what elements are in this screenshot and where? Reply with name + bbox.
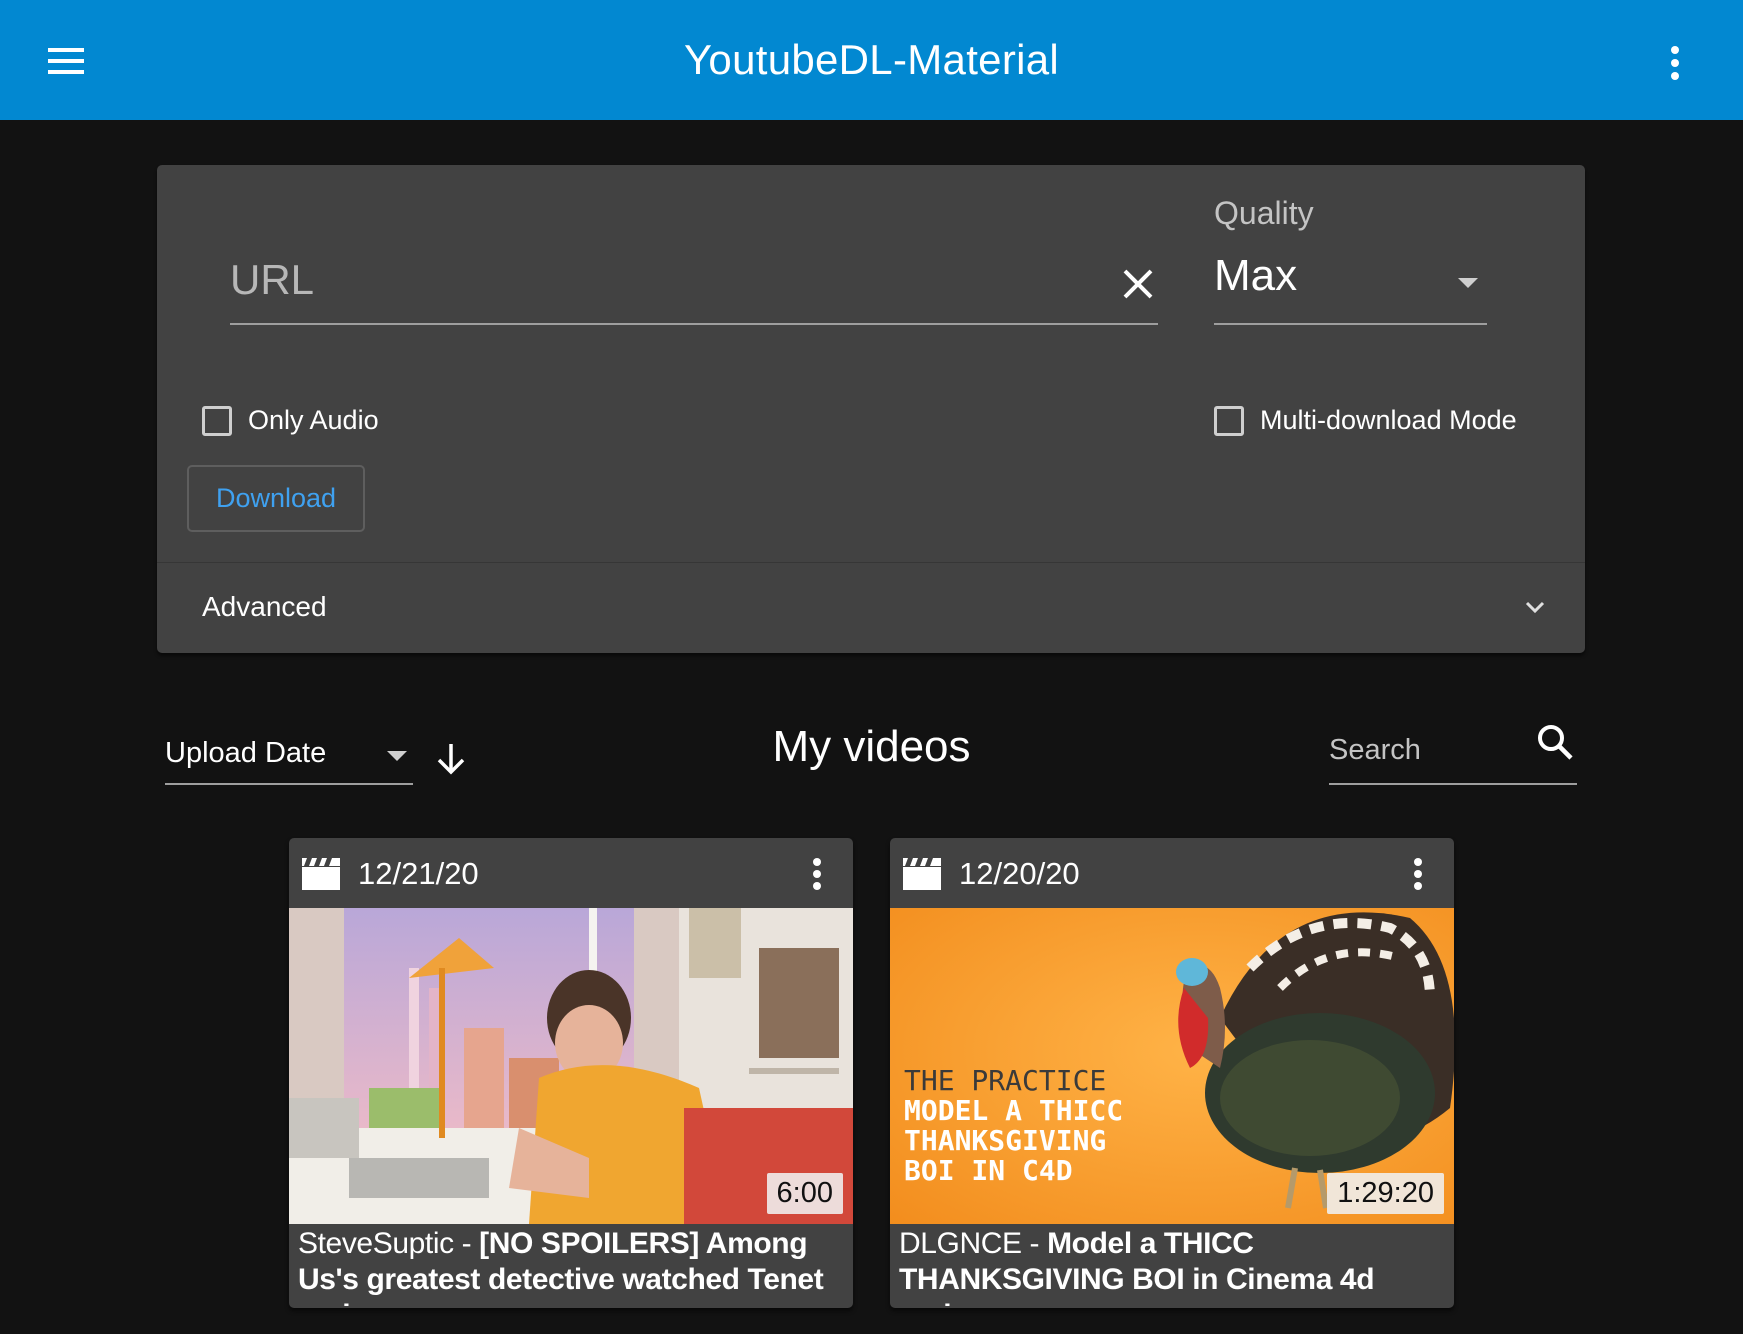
chevron-down-icon	[1525, 601, 1545, 614]
quality-label: Quality	[1214, 195, 1314, 231]
video-author: SteveSuptic	[298, 1227, 454, 1260]
quality-value: Max	[1214, 251, 1298, 300]
video-author: DLGNCE	[899, 1227, 1022, 1260]
video-title-block[interactable]: SteveSuptic - [NO SPOILERS] Among Us's g…	[298, 1226, 846, 1306]
dropdown-arrow-icon	[1458, 278, 1478, 288]
clear-url-icon[interactable]	[1117, 263, 1159, 305]
url-field[interactable]	[230, 245, 1158, 325]
multi-download-label: Multi-download Mode	[1260, 405, 1517, 435]
video-card[interactable]: 12/20/20 THE PRACTICE MODEL A THICC THAN…	[890, 838, 1454, 1308]
download-button[interactable]: Download	[187, 465, 365, 532]
video-date: 12/20/20	[959, 856, 1080, 891]
more-options-icon[interactable]	[1660, 44, 1690, 82]
thumb-text-line: THANKSGIVING	[904, 1124, 1106, 1157]
video-title-block[interactable]: DLGNCE - Model a THICC THANKSGIVING BOI …	[899, 1226, 1447, 1306]
search-icon[interactable]	[1535, 722, 1575, 762]
card-header: 12/21/20	[289, 838, 853, 908]
movie-clapper-icon	[302, 858, 340, 890]
only-audio-label: Only Audio	[248, 405, 379, 435]
movie-clapper-icon	[903, 858, 941, 890]
thumb-text-line: MODEL A THICC	[904, 1094, 1123, 1127]
only-audio-checkbox[interactable]: Only Audio	[202, 405, 379, 436]
checkbox-box[interactable]	[202, 405, 232, 436]
quality-select[interactable]: Max	[1214, 245, 1487, 325]
app-title: YoutubeDL-Material	[683, 36, 1060, 83]
video-thumbnail[interactable]: THE PRACTICE MODEL A THICC THANKSGIVING …	[890, 908, 1454, 1224]
multi-download-checkbox[interactable]: Multi-download Mode	[1214, 405, 1517, 436]
video-duration: 1:29:20	[1327, 1173, 1444, 1214]
card-header: 12/20/20	[890, 838, 1454, 908]
thumb-text-line: THE PRACTICE	[904, 1064, 1106, 1097]
video-date: 12/21/20	[358, 856, 479, 891]
url-input[interactable]	[230, 245, 1100, 315]
video-options-icon[interactable]	[1408, 856, 1428, 892]
thumb-text-line: BOI IN C4D	[904, 1154, 1073, 1187]
top-toolbar: YoutubeDL-Material	[0, 0, 1743, 120]
title-separator: -	[453, 1227, 480, 1260]
advanced-label: Advanced	[202, 591, 327, 622]
video-thumbnail[interactable]: 6:00	[289, 908, 853, 1224]
title-separator: -	[1021, 1227, 1048, 1260]
search-input[interactable]	[1329, 730, 1519, 770]
video-card[interactable]: 12/21/20 6:00 SteveSuptic - [NO SPOILERS…	[289, 838, 853, 1308]
search-field[interactable]	[1329, 720, 1577, 785]
video-duration: 6:00	[766, 1173, 843, 1214]
checkbox-box[interactable]	[1214, 405, 1244, 436]
video-options-icon[interactable]	[807, 856, 827, 892]
download-panel: Quality Max Only Audio Multi-download Mo…	[157, 165, 1585, 653]
advanced-expander[interactable]: Advanced	[157, 563, 1585, 653]
